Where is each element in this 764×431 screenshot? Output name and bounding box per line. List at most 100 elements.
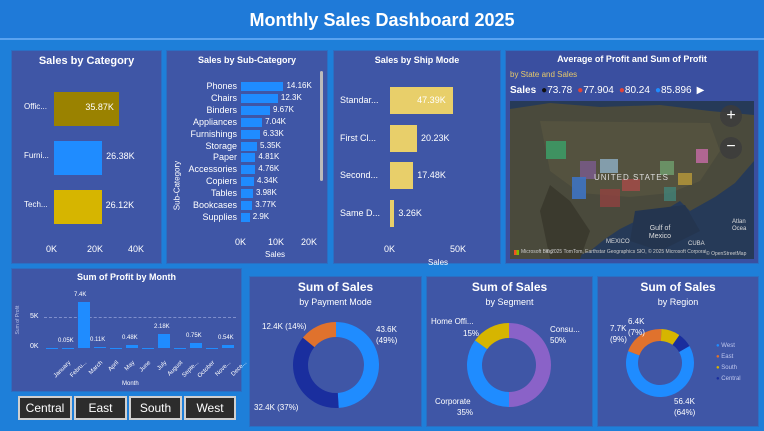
- subcategory-bar[interactable]: [241, 93, 278, 103]
- month-bar[interactable]: [78, 302, 90, 348]
- data-label: 3.26K: [398, 207, 422, 218]
- map-label-gulf: Gulf of Mexico: [648, 225, 672, 240]
- data-label: 12.4K (14%): [262, 322, 307, 331]
- shipmode-label: Standar...: [340, 95, 379, 105]
- map-label-atlantic: Atlan Ocea: [732, 219, 747, 232]
- x-tick: 50K: [450, 244, 467, 254]
- data-label: 0.75K: [186, 333, 202, 340]
- data-label: 9.67K: [273, 104, 294, 114]
- data-label: 56.4K: [674, 397, 695, 406]
- zoom-out-button[interactable]: −: [720, 137, 742, 159]
- subcategory-label: Appliances: [192, 116, 237, 127]
- donut-slice[interactable]: [336, 322, 379, 408]
- month-bar[interactable]: [110, 348, 122, 349]
- map-source: © OpenStreetMap: [706, 251, 747, 257]
- subcategory-bar[interactable]: [241, 117, 263, 127]
- panel-sales-by-shipmode[interactable]: Sales by Ship Mode Standar... 47.39K First…: [334, 51, 500, 267]
- panel-title: Sales by Ship Mode: [374, 55, 460, 65]
- x-tick: 20K: [87, 244, 104, 254]
- subcategory-label: Copiers: [205, 176, 237, 187]
- panel-sales-by-region[interactable]: Sum of Sales by Region 56.4K (64%) 7.7K …: [598, 277, 758, 426]
- legend-item: ●77.904: [577, 85, 614, 96]
- data-label: 35%: [457, 408, 474, 417]
- panel-sales-by-category[interactable]: Sales by Category Offic... 35.87K Furni...…: [12, 51, 161, 263]
- x-axis-label: Month: [122, 381, 139, 387]
- map-label-mexico: MEXICO: [606, 239, 630, 245]
- map-canvas[interactable]: UNITED STATES MEXICO Gulf of Mexico CUBA…: [510, 101, 754, 259]
- subcategory-bar[interactable]: [241, 105, 270, 115]
- donut-slice[interactable]: [467, 340, 509, 407]
- map-label-cuba: CUBA: [688, 241, 705, 247]
- month-bar[interactable]: [142, 348, 154, 349]
- subcategory-bar[interactable]: [241, 201, 253, 210]
- data-label: 0.48K: [122, 335, 138, 342]
- data-label: Corporate: [435, 397, 471, 406]
- shipmode-bar[interactable]: [390, 199, 395, 227]
- data-label: 2.9K: [252, 211, 270, 221]
- data-label: 2.18K: [154, 324, 170, 331]
- subcategory-bar[interactable]: [241, 165, 256, 175]
- donut-slice[interactable]: [293, 337, 339, 408]
- slicer-central[interactable]: Central: [18, 396, 72, 420]
- panel-sales-by-subcategory[interactable]: Sales by Sub-Category Sub-Category Phone…: [167, 51, 327, 263]
- data-label: 26.12K: [105, 200, 135, 210]
- panel-sales-by-payment[interactable]: Sum of Sales by Payment Mode 43.6K (49%)…: [250, 277, 421, 426]
- subcategory-bar[interactable]: [241, 177, 255, 187]
- panel-profit-by-month[interactable]: Sum of Profit by Month Sum of Profit 5K …: [12, 269, 248, 391]
- slicer-west[interactable]: West: [184, 396, 236, 420]
- panel-sales-by-segment[interactable]: Sum of Sales by Segment Consu... 50% Cor…: [427, 277, 592, 426]
- data-label: 4.76K: [258, 164, 280, 174]
- subcategory-label: Paper: [212, 152, 237, 163]
- month-bar[interactable]: [190, 343, 202, 348]
- panel-subtitle: by State and Sales: [510, 70, 578, 79]
- month-bar[interactable]: [158, 334, 170, 348]
- month-bar[interactable]: [62, 347, 74, 349]
- month-bar[interactable]: [46, 348, 58, 349]
- x-tick: 40K: [128, 244, 145, 254]
- legend-item: ●80.24: [618, 85, 650, 96]
- slicer-south[interactable]: South: [129, 396, 182, 420]
- slicer-east[interactable]: East: [74, 396, 127, 420]
- subcategory-label: Chairs: [210, 92, 237, 103]
- zoom-in-button[interactable]: +: [720, 105, 742, 127]
- subcategory-bar[interactable]: [241, 153, 256, 163]
- data-label: 47.39K: [417, 95, 446, 105]
- data-label: 4.81K: [258, 152, 280, 162]
- data-label: Consu...: [550, 325, 580, 334]
- data-label: (64%): [674, 408, 696, 417]
- subcategory-bar[interactable]: [241, 212, 250, 222]
- subcategory-label: Storage: [205, 140, 237, 151]
- subcategory-bar[interactable]: [241, 82, 284, 91]
- legend-next-icon[interactable]: ▶: [697, 85, 705, 96]
- month-bar[interactable]: [222, 344, 234, 348]
- donut-slice[interactable]: [509, 323, 551, 407]
- subcategory-bar[interactable]: [241, 141, 258, 151]
- legend-title: Sales: [510, 85, 537, 96]
- data-label: 14.16K: [286, 81, 312, 90]
- shipmode-label: Same D...: [340, 207, 381, 218]
- data-label: 50%: [550, 336, 567, 345]
- month-bar[interactable]: [174, 348, 186, 349]
- scrollbar[interactable]: [320, 71, 323, 181]
- category-bar[interactable]: [54, 141, 103, 175]
- data-label: 7.4K: [74, 292, 87, 299]
- map-copyright: © 2025 TomTom, Earthstar Geographics SIO…: [546, 249, 706, 255]
- y-tick: 0K: [30, 343, 39, 350]
- month-bar[interactable]: [94, 347, 106, 348]
- dashboard-title: Monthly Sales Dashboard 2025: [249, 10, 515, 30]
- shipmode-bar[interactable]: [390, 162, 414, 189]
- data-label: 3.98K: [255, 188, 277, 198]
- legend-item: ●73.78: [541, 85, 573, 96]
- data-label: 17.48K: [417, 170, 446, 180]
- subcategory-bar[interactable]: [241, 129, 260, 139]
- x-tick: 10K: [268, 237, 285, 247]
- data-label: 6.33K: [262, 128, 284, 138]
- data-label: 0.11K: [90, 337, 106, 344]
- subcategory-bar[interactable]: [241, 189, 253, 199]
- month-bar[interactable]: [206, 348, 218, 349]
- panel-profit-map[interactable]: Average of Profit and Sum of Profit by S…: [506, 51, 758, 263]
- shipmode-bar[interactable]: [390, 124, 417, 152]
- month-bar[interactable]: [126, 345, 138, 348]
- category-bar[interactable]: [54, 190, 102, 224]
- data-label: 12.3K: [280, 92, 302, 102]
